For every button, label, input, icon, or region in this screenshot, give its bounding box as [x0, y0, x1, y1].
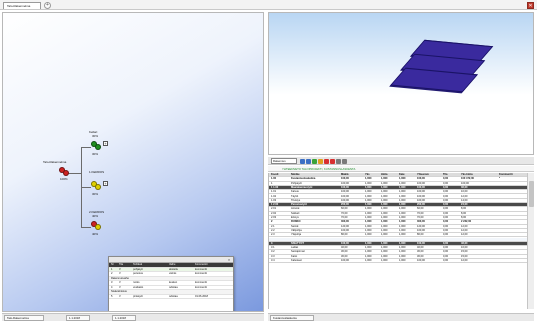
node-value: 30% [92, 152, 99, 156]
table-cell: 100,00 [341, 259, 349, 262]
table-cell: 1,000 [399, 259, 406, 262]
node-value: 40% [92, 232, 99, 236]
document-tab-bar: Talo-Rakennelma + ✕ [0, 0, 537, 10]
node-value: 40% [92, 214, 99, 218]
table-cell: 1,000 [365, 259, 372, 262]
task-popup[interactable]: × Nr Tila Tehtävä Vaihe Kommentti 1 V po… [108, 256, 234, 311]
table-cell: 100,00 [417, 259, 425, 262]
status-chip[interactable]: 1.1.2018 [66, 315, 90, 321]
tool-button[interactable] [312, 158, 317, 164]
expand-icon[interactable]: + [103, 141, 108, 146]
right-status-bar: Kustannuslaskenta [268, 313, 534, 321]
node-value: 30% [92, 192, 99, 196]
table-cell [499, 259, 525, 263]
status-chip[interactable]: Kustannuslaskenta [270, 315, 314, 321]
status-chip[interactable]: Talo-Rakennelma [4, 315, 44, 321]
status-chip[interactable]: 1.1.2018 [112, 315, 136, 321]
node-value: 100% [60, 177, 68, 181]
tool-button[interactable] [306, 158, 311, 164]
scrollbar-thumb[interactable] [529, 181, 534, 207]
table-title: YHTEENVETO TALOPROJEKTI, KUSTANNUSLASKEN… [282, 166, 356, 171]
cell: pintatyöt [133, 294, 143, 298]
vertical-scrollbar[interactable] [527, 173, 534, 309]
close-icon[interactable]: ✕ [527, 2, 534, 9]
plus-circle-icon[interactable]: + [44, 2, 51, 9]
popup-row[interactable]: 5 V pintatyöt odottaa 01.06.2018 [109, 294, 233, 299]
table-title-bar: YHTEENVETO TALOPROJEKTI, KUSTANNUSLASKEN… [268, 166, 534, 172]
connector-n2 [81, 187, 91, 188]
tool-button[interactable] [300, 158, 305, 164]
status-ball-icon [95, 184, 101, 190]
status-ball-icon [95, 144, 101, 150]
tool-button[interactable] [324, 158, 329, 164]
table-cell: Kalusteet [291, 259, 302, 262]
cell: 5 [111, 294, 113, 298]
cell: 01.06.2018 [195, 294, 208, 298]
expand-icon[interactable]: + [103, 181, 108, 186]
cell: odottaa [169, 294, 178, 298]
table-cell: 0,00 [443, 259, 449, 262]
tool-button[interactable] [336, 158, 341, 164]
tool-button[interactable] [318, 158, 323, 164]
table-cell: 3.4 [271, 259, 275, 262]
connector-n1 [81, 147, 91, 148]
document-tab[interactable]: Talo-Rakennelma [3, 2, 41, 9]
hierarchy-view[interactable]: Talo-Rakennelma 100% Kellari 30% + 30% 1… [2, 12, 264, 312]
table-cell: 12,00 [461, 259, 468, 262]
node-label: 1.KERROS [89, 170, 105, 174]
status-ball-icon [95, 224, 101, 230]
left-status-bar: Talo-Rakennelma 1.1.2018 1.1.2018 [2, 313, 264, 321]
status-ball-icon [63, 170, 69, 176]
node-label: Talo-Rakennelma [43, 160, 67, 164]
connector-root-h [67, 173, 81, 174]
close-icon[interactable]: × [227, 258, 231, 262]
model-3d-view[interactable] [268, 12, 534, 155]
cell: V [119, 294, 121, 298]
view-select[interactable]: Rakennus [271, 158, 297, 164]
node-value: 30% [92, 134, 99, 138]
table-toolbar: Rakennus [268, 157, 534, 165]
tool-button[interactable] [342, 158, 347, 164]
table-row[interactable]: 3.4 Kalusteet 100,00 1,000 1,000 1,000 100,00 0… [269, 259, 527, 264]
cost-table[interactable]: Koodi Nimike Määrä Yks Hinta Kate Yhteen… [268, 173, 527, 309]
tool-button[interactable] [330, 158, 335, 164]
connector-n3 [81, 227, 91, 228]
table-cell: 1,000 [381, 259, 388, 262]
